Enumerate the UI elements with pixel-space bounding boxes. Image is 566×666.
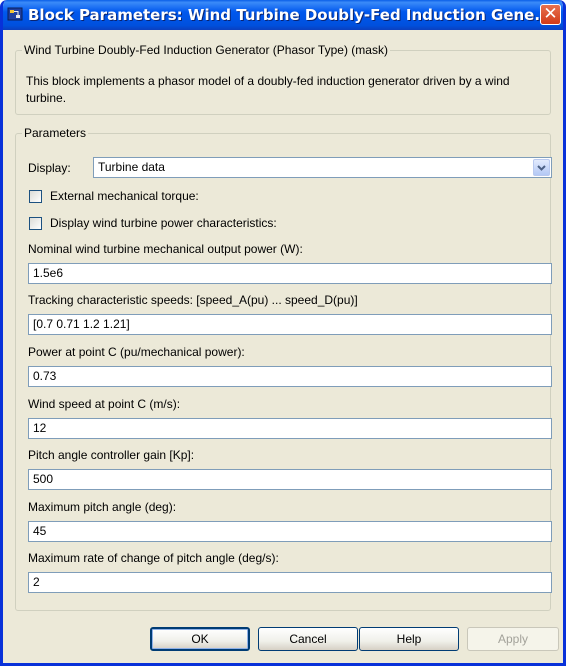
cancel-button[interactable]: Cancel <box>258 627 358 651</box>
power-point-c-label: Power at point C (pu/mechanical power): <box>28 345 245 359</box>
nominal-power-input[interactable]: 1.5e6 <box>28 263 552 284</box>
max-pitch-angle-label: Maximum pitch angle (deg): <box>28 500 177 514</box>
close-icon[interactable]: ✕ <box>540 4 561 25</box>
tracking-speeds-label: Tracking characteristic speeds: [speed_A… <box>28 293 358 307</box>
display-label: Display: <box>28 161 71 175</box>
block-description: This block implements a phasor model of … <box>26 74 510 105</box>
chevron-down-icon[interactable] <box>533 159 550 176</box>
help-button[interactable]: Help <box>359 627 459 651</box>
max-pitch-angle-input[interactable]: 45 <box>28 521 552 542</box>
pitch-gain-input[interactable]: 500 <box>28 469 552 490</box>
parameters-legend: Parameters <box>22 126 89 140</box>
display-dropdown-value: Turbine data <box>98 160 165 174</box>
window-title: Block Parameters: Wind Turbine Doubly-Fe… <box>28 6 552 24</box>
external-torque-checkbox[interactable] <box>29 190 42 203</box>
power-point-c-input[interactable]: 0.73 <box>28 366 552 387</box>
wind-speed-point-c-label: Wind speed at point C (m/s): <box>28 397 181 411</box>
title-bar[interactable]: Block Parameters: Wind Turbine Doubly-Fe… <box>3 0 563 30</box>
wind-speed-point-c-input[interactable]: 12 <box>28 418 552 439</box>
description-legend: Wind Turbine Doubly-Fed Induction Genera… <box>22 43 390 57</box>
nominal-power-label: Nominal wind turbine mechanical output p… <box>28 242 303 256</box>
tracking-speeds-input[interactable]: [0.7 0.71 1.2 1.21] <box>28 314 552 335</box>
max-pitch-rate-label: Maximum rate of change of pitch angle (d… <box>28 551 279 565</box>
external-torque-label: External mechanical torque: <box>50 189 199 203</box>
pitch-gain-label: Pitch angle controller gain [Kp]: <box>28 448 195 462</box>
ok-button[interactable]: OK <box>150 627 250 651</box>
block-parameters-icon <box>7 6 23 22</box>
apply-button[interactable]: Apply <box>467 627 559 651</box>
display-dropdown[interactable]: Turbine data <box>93 157 552 178</box>
display-power-characteristics-checkbox[interactable] <box>29 217 42 230</box>
max-pitch-rate-input[interactable]: 2 <box>28 572 552 593</box>
display-power-characteristics-label: Display wind turbine power characteristi… <box>50 216 277 230</box>
block-parameters-dialog: Block Parameters: Wind Turbine Doubly-Fe… <box>0 0 566 666</box>
